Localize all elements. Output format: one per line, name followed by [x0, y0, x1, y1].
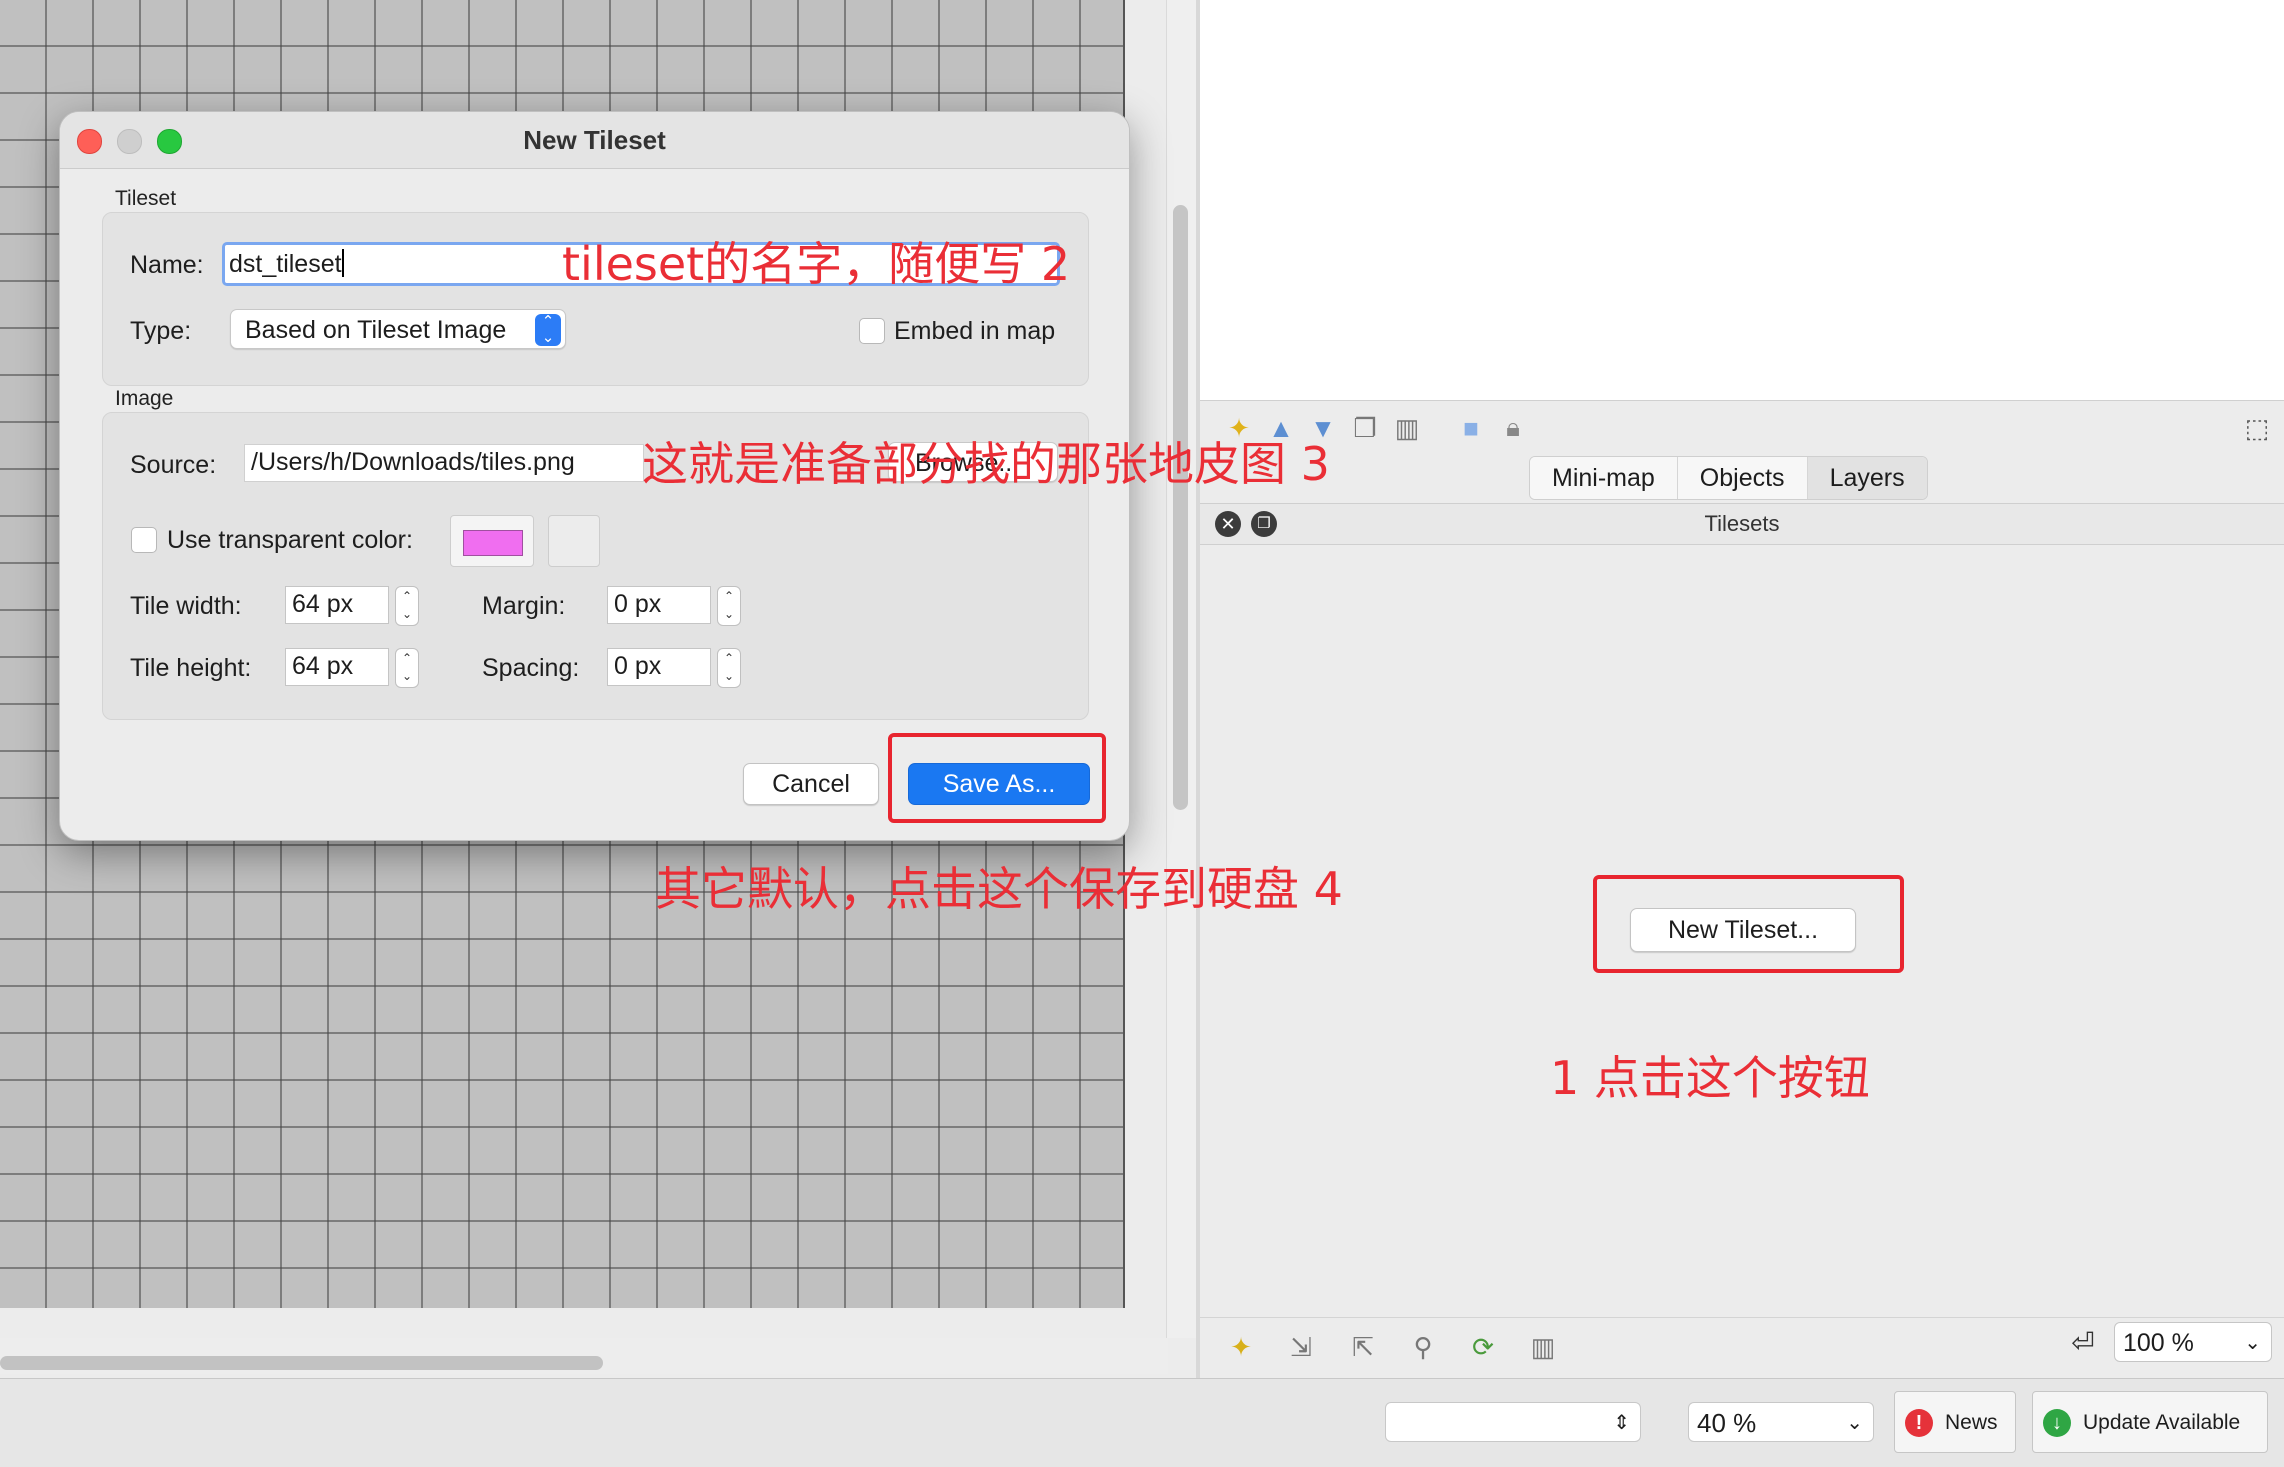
tile-height-stepper[interactable]: ⌃ ⌄: [395, 648, 419, 688]
duplicate-layer-icon[interactable]: ❐: [1348, 411, 1382, 445]
color-picker-button[interactable]: [450, 515, 534, 567]
update-available-button[interactable]: ↓ Update Available: [2032, 1391, 2268, 1453]
name-value: dst_tileset: [229, 250, 342, 278]
highlight-new-tileset: [1593, 875, 1904, 973]
layer-select[interactable]: ⇕: [1385, 1402, 1641, 1442]
map-zoom-value: 40 %: [1697, 1408, 1757, 1438]
annotation-1: 1 点击这个按钮: [1550, 1051, 1870, 1105]
type-label: Type:: [130, 317, 192, 345]
color-swatch: [463, 530, 523, 556]
spacing-field[interactable]: 0 px: [607, 648, 711, 686]
tab-objects[interactable]: Objects: [1677, 457, 1808, 499]
news-label: News: [1945, 1411, 1998, 1434]
download-icon: ↓: [2043, 1409, 2071, 1437]
source-label: Source:: [130, 451, 217, 479]
alert-icon: !: [1905, 1409, 1933, 1437]
tileset-zoom-value: 100 %: [2123, 1329, 2194, 1357]
status-bar: ⇕ 40 % ⌄ ! News ↓ Update Available: [0, 1378, 2284, 1467]
chevron-down-icon: ⌄: [2244, 1332, 2261, 1354]
embed-in-map-label: Embed in map: [894, 317, 1056, 345]
updown-chevron-icon: ⌃ ⌄: [535, 314, 561, 346]
spacing-stepper[interactable]: ⌃ ⌄: [717, 648, 741, 688]
vertical-scrollbar-thumb[interactable]: [1173, 205, 1188, 810]
margin-field[interactable]: 0 px: [607, 586, 711, 624]
export-tileset-icon[interactable]: ⇱: [1346, 1330, 1380, 1364]
image-group-label: Image: [115, 387, 174, 410]
dialog-title: New Tileset: [523, 125, 666, 155]
tile-width-field[interactable]: 64 px: [285, 586, 389, 624]
tile-height-field[interactable]: 64 px: [285, 648, 389, 686]
minimap-area: [1200, 0, 2284, 400]
layers-toolbar: ✦ ▲ ▼ ❐ ▥ ■ 🔒︎ ⬚: [1200, 400, 2284, 457]
source-field[interactable]: /Users/h/Downloads/tiles.png: [244, 444, 644, 482]
dialog-titlebar: New Tileset: [60, 112, 1129, 169]
tile-width-stepper[interactable]: ⌃ ⌄: [395, 586, 419, 626]
type-value: Based on Tileset Image: [245, 316, 507, 344]
remove-tileset-icon[interactable]: ▥: [1526, 1330, 1560, 1364]
import-tileset-icon[interactable]: ⇲: [1284, 1330, 1318, 1364]
tilesets-header: ✕ ❐ Tilesets: [1200, 503, 2284, 545]
delete-layer-icon[interactable]: ▥: [1390, 411, 1424, 445]
cancel-button[interactable]: Cancel: [743, 763, 879, 805]
select-frame-icon[interactable]: ⬚: [2240, 411, 2274, 445]
update-label: Update Available: [2083, 1411, 2241, 1434]
margin-label: Margin:: [482, 592, 566, 620]
annotation-4: 其它默认，点击这个保存到硬盘 4: [655, 862, 1343, 916]
transparent-color-checkbox[interactable]: [131, 527, 157, 553]
new-tileset-icon[interactable]: ✦: [1224, 1330, 1258, 1364]
lock-icon[interactable]: 🔒︎: [1496, 411, 1530, 445]
highlight-save-as: [888, 733, 1106, 823]
spacing-label: Spacing:: [482, 654, 580, 682]
tileset-group-label: Tileset: [115, 187, 177, 210]
name-label: Name:: [130, 251, 204, 279]
tilesets-title: Tilesets: [1704, 511, 1780, 536]
refresh-tileset-icon[interactable]: ⟳: [1466, 1330, 1500, 1364]
news-button[interactable]: ! News: [1894, 1391, 2016, 1453]
return-icon[interactable]: ⏎: [2066, 1326, 2100, 1360]
tab-mini-map[interactable]: Mini-map: [1530, 457, 1678, 499]
pick-color-button[interactable]: [548, 515, 600, 567]
updown-chevron-icon: ⇕: [1613, 1412, 1630, 1434]
transparent-color-label: Use transparent color:: [167, 526, 413, 554]
tab-layers[interactable]: Layers: [1807, 457, 1927, 499]
map-zoom-select[interactable]: 40 % ⌄: [1688, 1402, 1874, 1442]
text-caret: [341, 249, 344, 277]
tileset-properties-icon[interactable]: ⚲: [1406, 1330, 1440, 1364]
tile-height-label: Tile height:: [130, 654, 252, 682]
embed-in-map-checkbox[interactable]: [859, 318, 885, 344]
annotation-3: 这就是准备部分找的那张地皮图 3: [642, 437, 1330, 491]
annotation-2: tileset的名字，随便写 2: [562, 237, 1071, 291]
tile-width-label: Tile width:: [130, 592, 242, 620]
chevron-down-icon: ⌄: [1846, 1412, 1863, 1434]
toggle-visibility-icon[interactable]: ■: [1454, 411, 1488, 445]
horizontal-scrollbar-thumb[interactable]: [0, 1356, 603, 1370]
panel-tabs: Mini-map Objects Layers: [1529, 456, 1928, 500]
margin-stepper[interactable]: ⌃ ⌄: [717, 586, 741, 626]
type-select[interactable]: Based on Tileset Image ⌃ ⌄: [230, 309, 566, 349]
tileset-zoom-select[interactable]: 100 % ⌄: [2114, 1322, 2272, 1362]
